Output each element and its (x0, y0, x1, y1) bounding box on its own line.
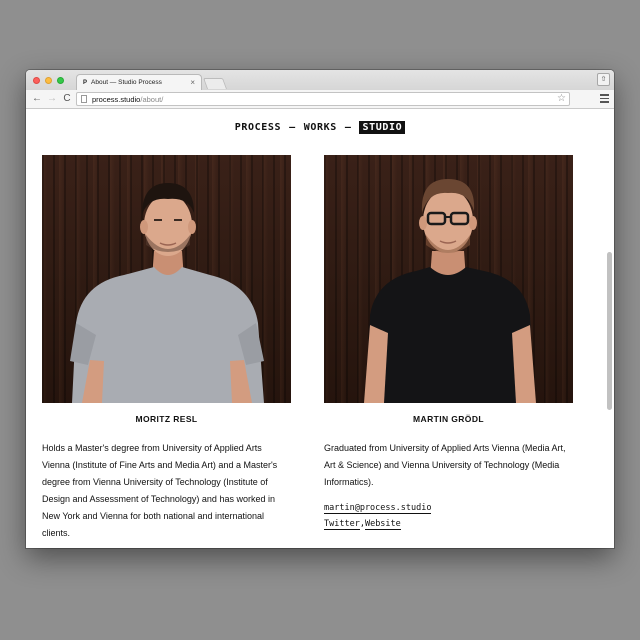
person-name: MORITZ RESL (135, 414, 198, 424)
window-controls (33, 77, 64, 84)
forward-arrow-icon[interactable]: → (46, 93, 58, 105)
portrait-photo (42, 155, 291, 403)
favicon-icon: P (83, 79, 88, 86)
person-bio: Graduated from University of Applied Art… (324, 443, 566, 487)
close-window-button[interactable] (33, 77, 40, 84)
website-link[interactable]: Website (364, 519, 401, 530)
url-path: /about/ (140, 94, 164, 104)
zoom-window-button[interactable] (57, 77, 64, 84)
nav-process[interactable]: PROCESS (235, 122, 281, 133)
new-tab-button[interactable] (202, 78, 228, 89)
url-host: process.studio (92, 94, 141, 104)
scrollbar[interactable] (607, 252, 612, 410)
tab-title: About — Studio Process (91, 79, 162, 86)
twitter-link[interactable]: Twitter (324, 519, 360, 530)
tab-strip: P About — Studio Process × ⇧ (26, 70, 614, 90)
nav-works[interactable]: WORKS (304, 122, 337, 133)
minimize-window-button[interactable] (45, 77, 52, 84)
email-link[interactable]: martin@process.studio (324, 503, 432, 514)
tab-about[interactable]: P About — Studio Process × (76, 74, 202, 90)
address-bar[interactable]: process.studio/about/ ☆ (76, 92, 570, 106)
portrait-illustration (70, 183, 264, 403)
browser-window: P About — Studio Process × ⇧ ← → C proce… (26, 70, 614, 548)
portrait-illustration (364, 179, 536, 403)
site-navigation: PROCESS — WORKS — STUDIO (26, 121, 614, 134)
bookmark-star-icon[interactable]: ☆ (557, 93, 566, 105)
person-card-martin: MARTIN GRÖDL Graduated from University o… (324, 155, 573, 532)
nav-studio[interactable]: STUDIO (359, 121, 406, 134)
portrait-photo (324, 155, 573, 403)
person-card-moritz: MORITZ RESL Holds a Master's degree from… (42, 155, 291, 542)
person-bio: Holds a Master's degree from University … (42, 443, 278, 538)
person-name: MARTIN GRÖDL (413, 414, 484, 424)
profile-icon[interactable]: ⇧ (597, 73, 610, 86)
nav-separator: — (344, 122, 352, 133)
reload-icon[interactable]: C (61, 93, 73, 105)
browser-toolbar: ← → C process.studio/about/ ☆ (26, 90, 614, 109)
back-arrow-icon[interactable]: ← (31, 93, 43, 105)
nav-separator: — (289, 122, 296, 133)
contact-links: martin@process.studio Twitter,Website (324, 500, 573, 532)
page-icon (81, 95, 87, 103)
page-viewport: PROCESS — WORKS — STUDIO MORITZ RESL Hol… (26, 110, 614, 548)
menu-icon[interactable] (600, 94, 609, 103)
tab-close-icon[interactable]: × (190, 78, 195, 87)
